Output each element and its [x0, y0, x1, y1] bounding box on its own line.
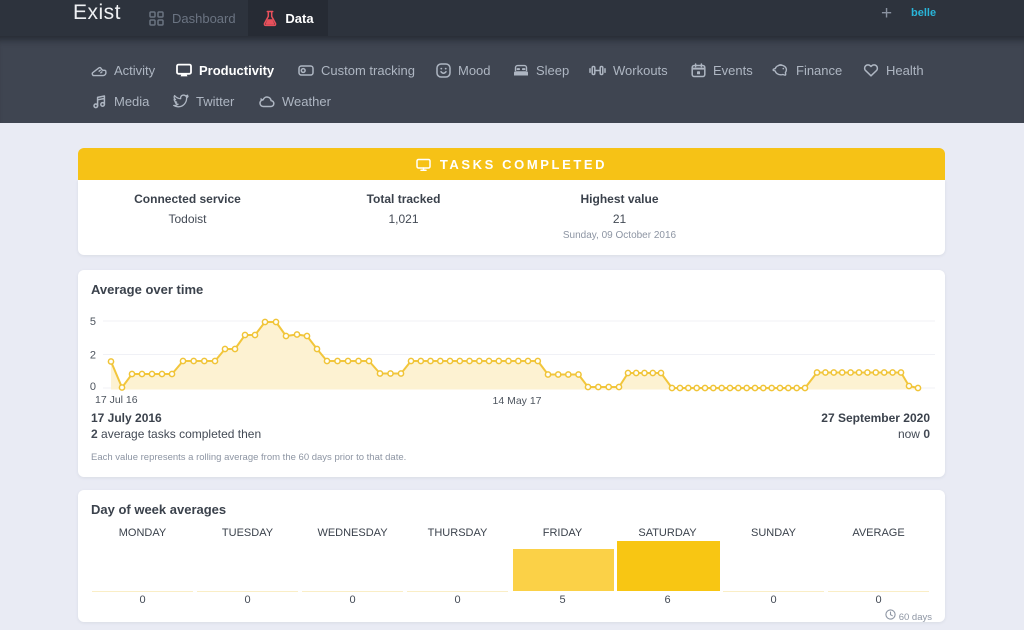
svg-text:14 May 17: 14 May 17 [492, 395, 541, 407]
svg-text:0: 0 [90, 381, 96, 393]
svg-text:5: 5 [90, 316, 96, 328]
svg-text:2: 2 [90, 350, 96, 362]
svg-text:17 Jul 16: 17 Jul 16 [95, 394, 138, 406]
